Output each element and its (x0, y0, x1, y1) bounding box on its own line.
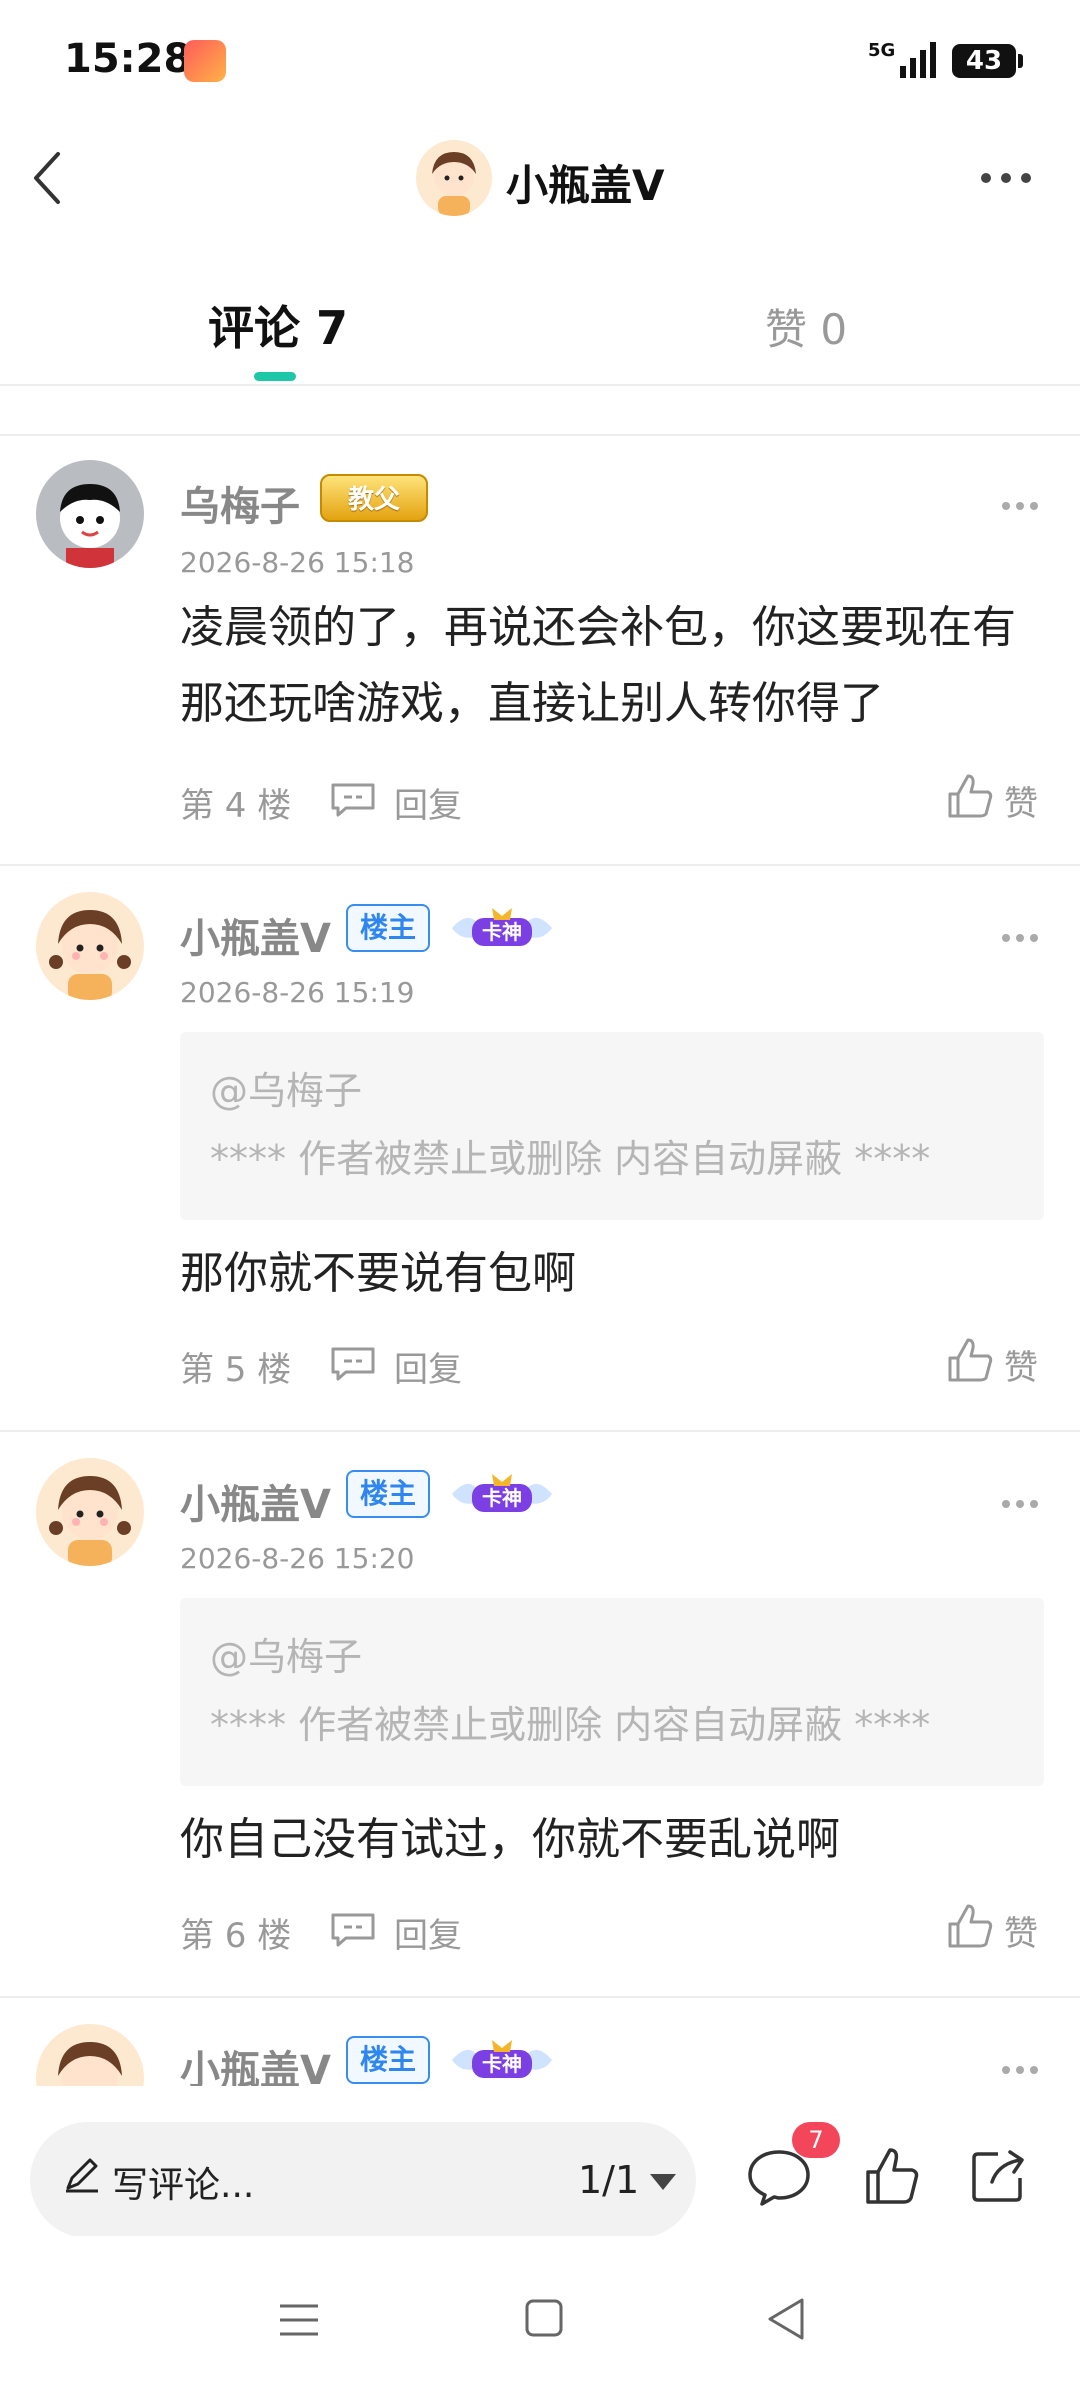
username[interactable]: 小瓶盖V (180, 2038, 331, 2086)
app-notification-icon (184, 40, 226, 82)
avatar[interactable] (36, 460, 144, 568)
reply-button[interactable]: 回复 (394, 1908, 462, 1957)
comment-more-icon[interactable] (1000, 932, 1040, 944)
write-comment-input[interactable]: 写评论... 1/1 (30, 2122, 696, 2238)
avatar[interactable] (36, 892, 144, 1000)
home-square-icon[interactable] (524, 2298, 564, 2338)
comment-icon[interactable] (746, 2148, 812, 2206)
comment-item: 小瓶盖V 楼主 卡神 2026-8-26 15:19 @乌梅子 **** 作者被… (0, 866, 1080, 1431)
owner-badge: 楼主 (346, 2036, 431, 2084)
more-horizontal-icon[interactable] (978, 166, 1034, 190)
caret-down-icon[interactable] (650, 2174, 676, 2190)
chevron-left-icon[interactable] (28, 148, 68, 208)
comment-more-icon[interactable] (1000, 2064, 1040, 2076)
username[interactable]: 小瓶盖V (180, 1472, 331, 1530)
owner-badge: 楼主 (346, 904, 431, 952)
floor-number: 第 6 楼 (180, 1916, 292, 1956)
comment-content: 凌晨领的了，再说还会补包，你这要现在有那还玩啥游戏，直接让别人转你得了 (180, 602, 1016, 729)
boy-avatar-icon (60, 484, 120, 568)
like-button[interactable]: 赞 (1004, 1340, 1038, 1389)
comment-date: 2026-8-26 15:18 (180, 546, 415, 579)
comment-date: 2026-8-26 15:20 (180, 1542, 415, 1575)
avatar[interactable] (36, 1458, 144, 1566)
quote-mention[interactable]: @乌梅子 (210, 1060, 362, 1115)
network-type: 5G (868, 40, 896, 61)
back-triangle-icon[interactable] (766, 2296, 806, 2342)
bottom-action-bar: 写评论... 1/1 7 (0, 2086, 1080, 2238)
comment-more-icon[interactable] (1000, 1498, 1040, 1510)
owner-badge: 楼主 (346, 1470, 431, 1518)
comment-list[interactable]: 乌梅子 教父 2026-8-26 15:18 凌晨领的了，再说还会补包，你这要现… (0, 386, 1080, 2086)
avatar[interactable] (36, 2024, 144, 2086)
quote-text: **** 作者被禁止或删除 内容自动屏蔽 **** (210, 1703, 931, 1747)
like-button[interactable]: 赞 (1004, 776, 1038, 825)
quoted-comment[interactable]: @乌梅子 **** 作者被禁止或删除 内容自动屏蔽 **** (180, 1598, 1044, 1786)
girl-avatar-icon (432, 152, 476, 216)
thumb-up-icon[interactable] (946, 1902, 994, 1950)
status-bar: 15:28 5G 43 (0, 0, 1080, 120)
comment-content: 那你就不要说有包啊 (180, 1248, 576, 1299)
tab-active-indicator (254, 372, 296, 381)
system-nav-bar (0, 2236, 1080, 2400)
signal-icon (900, 42, 936, 78)
share-icon[interactable] (968, 2146, 1028, 2206)
rank-badge: 教父 (320, 474, 428, 522)
thumb-up-icon[interactable] (946, 1336, 994, 1384)
header-title[interactable]: 小瓶盖V (506, 152, 665, 213)
page-indicator[interactable]: 1/1 (578, 2158, 639, 2202)
card-badge-label: 卡神 (482, 2052, 522, 2076)
write-comment-placeholder[interactable]: 写评论... (112, 2156, 254, 2208)
comment-item: 小瓶盖V 楼主 卡神 2026-8-26 15:20 @乌梅子 **** 作者被… (0, 1432, 1080, 1997)
quote-mention[interactable]: @乌梅子 (210, 1626, 362, 1681)
card-badge-label: 卡神 (482, 920, 522, 944)
username[interactable]: 小瓶盖V (180, 906, 331, 964)
like-button[interactable]: 赞 (1004, 1906, 1038, 1955)
thumb-up-icon[interactable] (864, 2146, 920, 2206)
menu-icon[interactable] (278, 2300, 320, 2340)
comment-date: 2026-8-26 15:19 (180, 976, 415, 1009)
comment-more-icon[interactable] (1000, 500, 1040, 512)
card-badge: 卡神 (448, 2034, 556, 2084)
status-time: 15:28 (64, 36, 192, 82)
battery-icon: 43 (952, 44, 1023, 78)
thumb-up-icon[interactable] (946, 772, 994, 820)
comment-content: 你自己没有试过，你就不要乱说啊 (180, 1814, 840, 1865)
comment-count-badge: 7 (792, 2122, 840, 2158)
card-badge-label: 卡神 (482, 1486, 522, 1510)
floor-number: 第 5 楼 (180, 1350, 292, 1390)
floor-number: 第 4 楼 (180, 786, 292, 826)
quote-text: **** 作者被禁止或删除 内容自动屏蔽 **** (210, 1137, 931, 1181)
tab-likes[interactable]: 赞 0 (765, 296, 847, 357)
girl-avatar-icon (49, 910, 131, 1000)
reply-button[interactable]: 回复 (394, 778, 462, 827)
reply-button[interactable]: 回复 (394, 1342, 462, 1391)
tab-comments[interactable]: 评论 7 (208, 292, 348, 358)
comment-item: 小瓶盖V 楼主 卡神 (0, 1998, 1080, 2086)
pen-icon (66, 2158, 98, 2193)
comment-bubble-icon[interactable] (330, 1912, 376, 1948)
username[interactable]: 乌梅子 (180, 474, 300, 532)
quoted-comment[interactable]: @乌梅子 **** 作者被禁止或删除 内容自动屏蔽 **** (180, 1032, 1044, 1220)
comment-item: 乌梅子 教父 2026-8-26 15:18 凌晨领的了，再说还会补包，你这要现… (0, 436, 1080, 866)
comment-bubble-icon[interactable] (330, 1346, 376, 1382)
card-badge: 卡神 (448, 1468, 556, 1518)
header-avatar[interactable] (416, 140, 492, 216)
girl-avatar-icon (58, 2042, 122, 2086)
comment-bubble-icon[interactable] (330, 782, 376, 818)
card-badge: 卡神 (448, 902, 556, 952)
girl-avatar-icon (49, 1476, 131, 1566)
